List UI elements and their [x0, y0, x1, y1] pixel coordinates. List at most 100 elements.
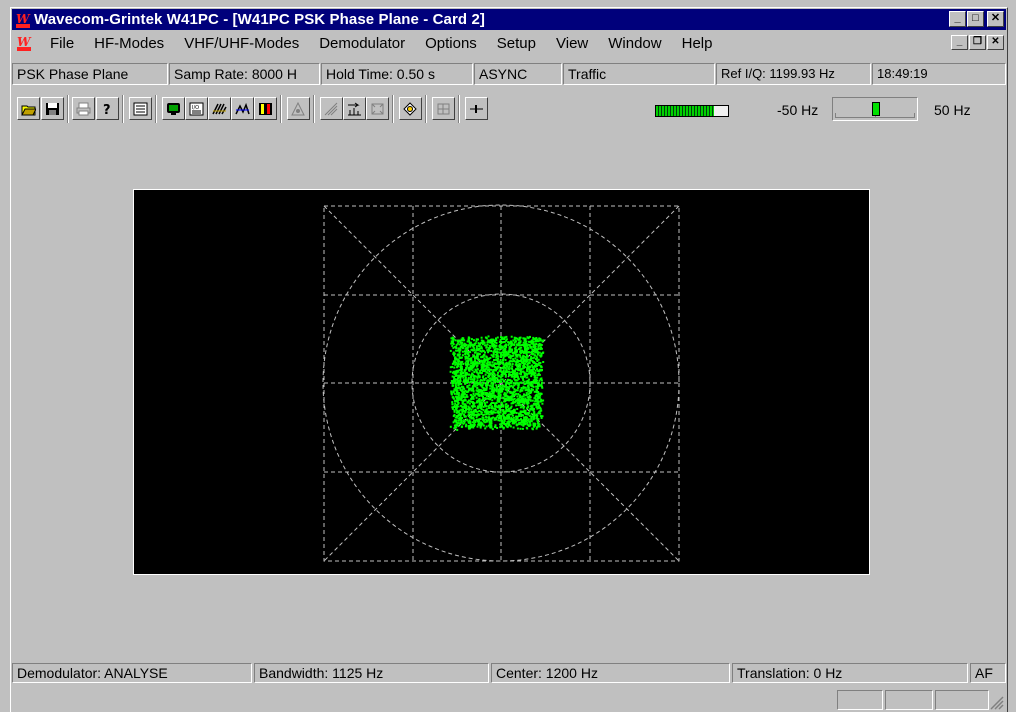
- menu-options[interactable]: Options: [415, 35, 487, 52]
- menu-window[interactable]: Window: [598, 35, 671, 52]
- constellation-point: [505, 416, 507, 419]
- constellation-point: [473, 363, 476, 366]
- waveform-button[interactable]: [208, 97, 231, 120]
- constellation-point: [492, 416, 495, 419]
- tuning-slider-thumb[interactable]: [872, 102, 880, 116]
- mdi-close-button[interactable]: ✕: [987, 35, 1004, 50]
- io-panel-button[interactable]: I/O: [185, 97, 208, 120]
- constellation-point: [452, 340, 455, 343]
- constellation-point: [501, 378, 504, 381]
- constellation-point: [452, 353, 455, 355]
- spectrum-button[interactable]: [231, 97, 254, 120]
- constellation-point: [489, 346, 492, 349]
- constellation-point: [461, 354, 464, 357]
- scope-button[interactable]: [287, 97, 310, 120]
- hold-time-field: Hold Time: 0.50 s: [321, 63, 473, 85]
- constellation-point: [454, 361, 457, 364]
- menu-help[interactable]: Help: [672, 35, 723, 52]
- constellation-point: [522, 385, 525, 388]
- mdi-restore-button[interactable]: ❐: [969, 35, 986, 50]
- menu-vhf-uhf-modes[interactable]: VHF/UHF-Modes: [174, 35, 309, 52]
- constellation-point: [482, 416, 485, 419]
- title-bar[interactable]: W Wavecom-Grintek W41PC - [W41PC PSK Pha…: [12, 9, 1006, 30]
- minimize-button[interactable]: _: [949, 11, 966, 27]
- tuning-slider[interactable]: [832, 97, 918, 121]
- constellation-point: [469, 367, 472, 370]
- toolbar: ? I/O -50 Hz 50 Hz: [12, 91, 1006, 129]
- constellation-point: [459, 383, 462, 385]
- constellation-point: [521, 427, 524, 430]
- monitor-button[interactable]: [162, 97, 185, 120]
- constellation-point: [524, 423, 527, 426]
- constellation-point: [471, 361, 474, 364]
- save-button[interactable]: [41, 97, 64, 120]
- toolbar-separator: [122, 95, 124, 123]
- constellation-point: [468, 399, 470, 402]
- constellation-point: [469, 387, 472, 390]
- constellation-point: [460, 356, 463, 359]
- constellation-point: [491, 342, 494, 345]
- signal-export-button[interactable]: [366, 97, 389, 120]
- constellation-point: [478, 358, 480, 361]
- menu-view[interactable]: View: [546, 35, 598, 52]
- signal-import-button[interactable]: [343, 97, 366, 120]
- menu-hf-modes[interactable]: HF-Modes: [84, 35, 174, 52]
- menu-demodulator[interactable]: Demodulator: [309, 35, 415, 52]
- constellation-point: [479, 350, 482, 352]
- constellation-point: [536, 379, 538, 382]
- signal-export-icon: [371, 103, 384, 114]
- constellation-point: [492, 383, 495, 386]
- constellation-point: [525, 418, 528, 421]
- open-folder-icon: [21, 105, 36, 115]
- constellation-point: [508, 415, 510, 418]
- constellation-point: [518, 338, 521, 340]
- constellation-point: [521, 395, 524, 398]
- open-button[interactable]: [17, 97, 40, 120]
- menu-file[interactable]: File: [40, 35, 84, 52]
- constellation-point: [501, 341, 504, 344]
- center-tuning-button[interactable]: [465, 97, 488, 120]
- constellation-point: [482, 389, 485, 392]
- maximize-icon: □: [972, 12, 979, 24]
- constellation-point: [509, 363, 512, 366]
- table-view-button[interactable]: [129, 97, 152, 120]
- print-button[interactable]: [72, 97, 95, 120]
- constellation-point: [467, 378, 470, 380]
- menu-setup[interactable]: Setup: [487, 35, 546, 52]
- constellation-point: [532, 373, 535, 376]
- sample-rate-field: Samp Rate: 8000 H: [169, 63, 320, 85]
- constellation-point: [533, 414, 536, 417]
- close-button[interactable]: ✕: [987, 11, 1004, 27]
- constellation-point: [516, 364, 518, 367]
- document-logo-icon[interactable]: W: [16, 35, 32, 51]
- waterfall-button[interactable]: [254, 97, 277, 120]
- constellation-point: [522, 357, 525, 360]
- constellation-point: [498, 370, 501, 373]
- constellation-point: [492, 346, 495, 349]
- constellation-point: [534, 345, 537, 348]
- analyser-button[interactable]: [320, 97, 343, 120]
- constellation-point: [488, 391, 491, 394]
- constellation-point: [453, 410, 456, 413]
- toolbar-separator: [392, 95, 394, 123]
- minimize-icon: _: [956, 36, 963, 47]
- constellation-point: [495, 337, 497, 340]
- constellation-point: [478, 376, 481, 379]
- grid-button[interactable]: [432, 97, 455, 120]
- constellation-point: [506, 370, 509, 373]
- maximize-button[interactable]: □: [967, 11, 984, 27]
- ref-iq-field: Ref I/Q: 1199.93 Hz: [716, 63, 871, 85]
- resize-grip-icon[interactable]: [990, 696, 1004, 710]
- constellation-point: [498, 363, 500, 366]
- constellation-point: [459, 371, 462, 374]
- target-button[interactable]: [399, 97, 422, 120]
- constellation-point: [539, 415, 542, 418]
- constellation-point: [476, 390, 479, 393]
- constellation-point: [478, 353, 481, 356]
- constellation-point: [540, 392, 543, 395]
- mdi-minimize-button[interactable]: _: [951, 35, 968, 50]
- constellation-point: [511, 386, 514, 389]
- constellation-point: [514, 383, 517, 386]
- constellation-point: [451, 406, 454, 409]
- help-button[interactable]: ?: [96, 97, 119, 120]
